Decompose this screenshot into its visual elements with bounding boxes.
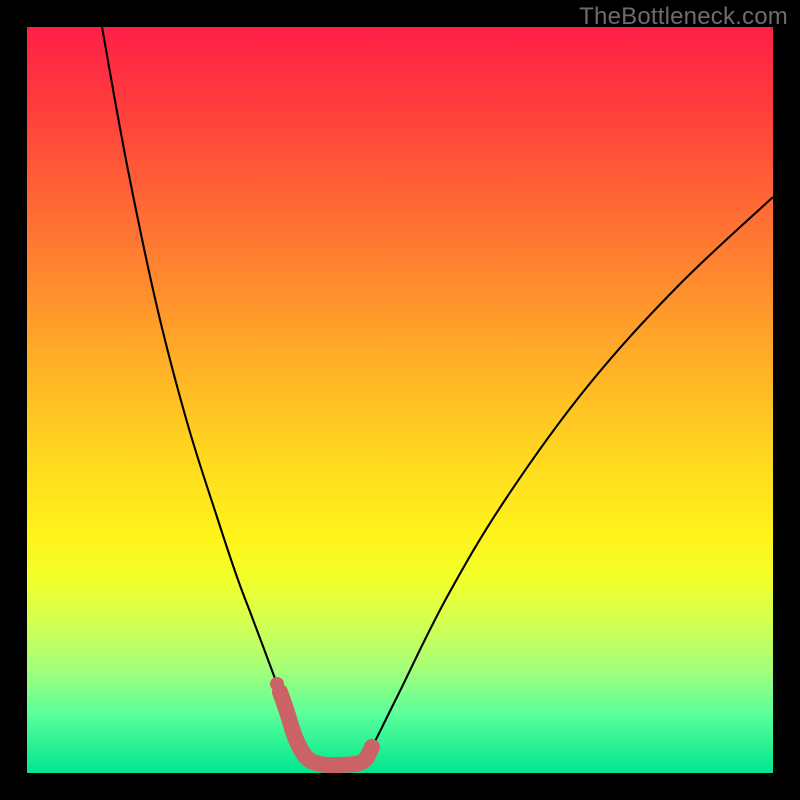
highlight-start-dot: [270, 677, 284, 691]
curve-layer: [27, 27, 773, 773]
main-curve: [102, 27, 773, 765]
watermark-text: TheBottleneck.com: [579, 3, 788, 31]
plot-area: [27, 27, 773, 773]
highlight-minimum-trace: [280, 692, 372, 765]
